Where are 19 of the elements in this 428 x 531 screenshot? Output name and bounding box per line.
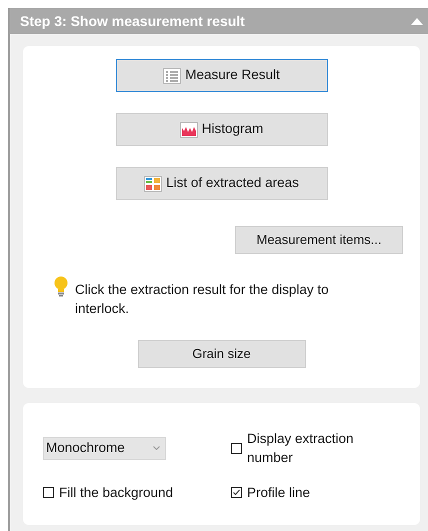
result-button[interactable]: Histogram [116, 113, 328, 146]
result-button[interactable]: List of extracted areas [116, 167, 328, 200]
grain-size-button[interactable]: Grain size [138, 340, 306, 368]
checkbox-option[interactable]: Display extraction number [231, 429, 367, 467]
tip-text: Click the extraction result for the display to interlock. [75, 281, 330, 318]
result-button[interactable]: Measure Result [116, 59, 328, 92]
panel-title: Step 3: Show measurement result [20, 12, 245, 31]
checkbox[interactable] [43, 487, 54, 498]
grid-icon [144, 176, 162, 192]
lightbulb-icon [53, 276, 69, 298]
histogram-icon [180, 122, 198, 138]
checkbox[interactable] [231, 487, 242, 498]
list-icon [163, 68, 182, 84]
checkbox-option[interactable]: Profile line [231, 483, 310, 502]
checkbox[interactable] [231, 442, 242, 454]
checkbox-option[interactable]: Fill the background [43, 483, 174, 502]
color-mode-dropdown[interactable]: Monochrome [43, 436, 166, 460]
chevron-down-icon [153, 446, 160, 450]
measurement-items-button[interactable]: Measurement items... [235, 226, 403, 254]
